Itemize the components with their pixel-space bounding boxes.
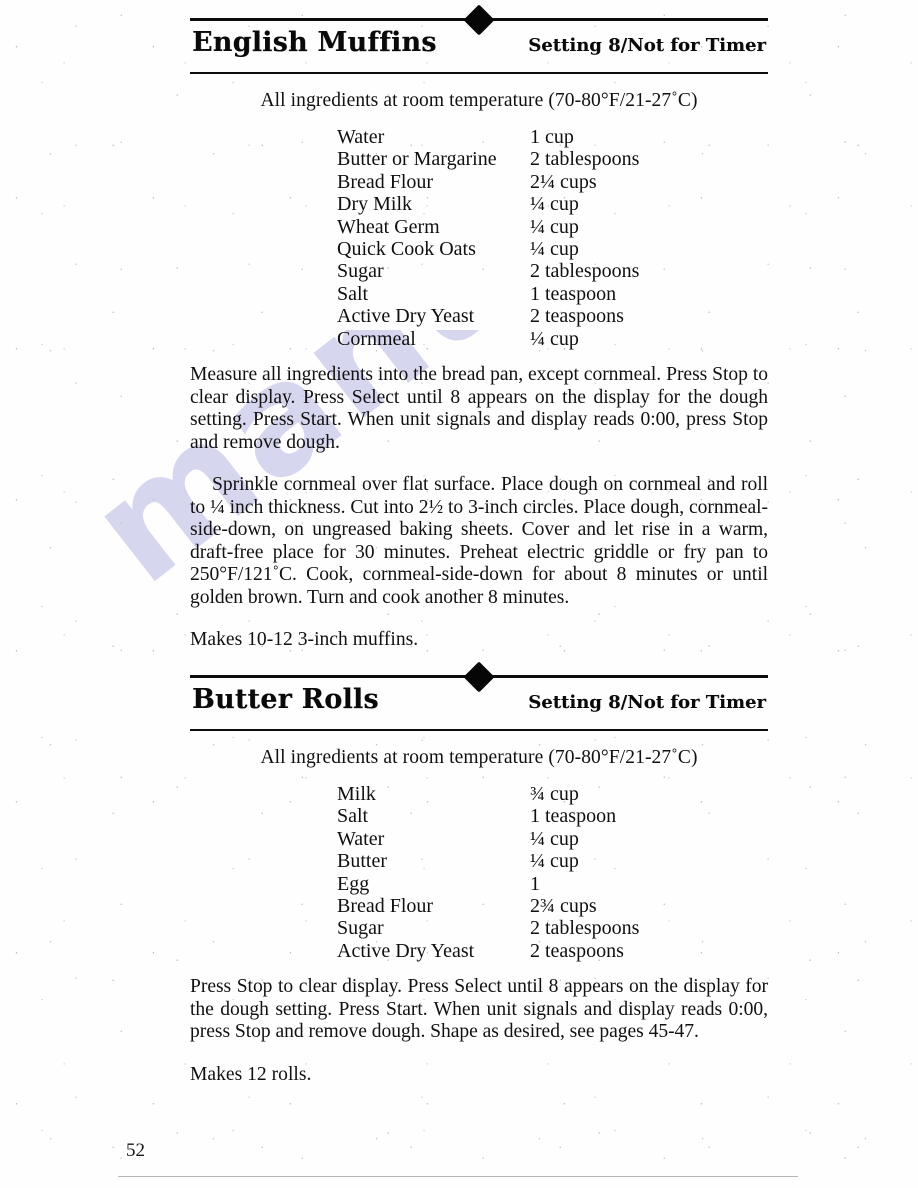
ingredient-row: Salt 1 teaspoon [337,283,768,305]
ingredient-row: Sugar 2 tablespoons [337,260,768,282]
recipe-setting-label: Setting 8/Not for Timer [528,692,766,713]
ingredient-amount: ¼ cup [530,215,579,238]
ingredient-row: Dry Milk ¼ cup [337,193,768,215]
ingredient-amount: 1 cup [530,126,574,148]
ingredient-amount: ¼ cup [530,827,579,850]
ingredient-row: Butter or Margarine 2 tablespoons [337,148,768,170]
ingredient-amount: 1 [530,872,540,895]
recipe-section-butter-rolls: Butter Rolls Setting 8/Not for Timer All… [190,660,768,1106]
ingredient-name: Quick Cook Oats [337,238,476,261]
ingredient-name: Sugar [337,260,384,283]
header-rule-top [190,660,768,693]
header-rule-bottom [190,72,768,74]
ingredient-amount: 2 tablespoons [530,917,640,940]
scanned-recipe-page: manualslib.com English Muffins Setting 8… [0,0,918,1188]
ingredient-name: Salt [337,805,369,828]
ingredient-name: Wheat Germ [337,215,440,238]
temperature-note: All ingredients at room temperature (70-… [260,747,698,768]
page-number: 52 [126,1140,145,1161]
ingredient-name: Egg [337,872,370,895]
ingredient-amount: ¾ cup [530,783,579,805]
ingredient-amount: 2¾ cups [530,895,597,918]
ingredient-name: Butter [337,850,387,873]
ingredient-row: Salt 1 teaspoon [337,805,768,827]
ingredient-name: Active Dry Yeast [337,939,475,962]
yield-text: Makes 10-12 3-inch muffins. [190,629,419,651]
ingredient-name: Bread Flour [337,895,434,918]
ingredient-name: Sugar [337,917,384,940]
ingredient-name: Water [337,827,385,850]
recipe-title: English Muffins [192,27,437,58]
ingredient-amount: 2 teaspoons [530,305,624,328]
ingredient-name: Dry Milk [337,193,412,216]
ingredient-name: Active Dry Yeast [337,305,475,328]
ingredient-amount: 1 teaspoon [530,282,617,305]
header-rule-bottom [190,729,768,731]
ingredient-amount: 2 teaspoons [530,939,624,962]
ingredient-amount: 2 tablespoons [530,260,640,283]
footer-rule [118,1176,798,1177]
ingredient-amount: ¼ cup [530,193,579,216]
ingredient-amount: ¼ cup [530,327,579,350]
instruction-paragraph: Press Stop to clear display. Press Selec… [190,976,768,1043]
ingredient-row: Water 1 cup [337,126,768,148]
ingredient-row: Sugar 2 tablespoons [337,917,768,939]
ingredient-name: Cornmeal [337,327,416,350]
ingredient-row: Bread Flour 2¼ cups [337,171,768,193]
ingredient-row: Cornmeal ¼ cup [337,328,768,350]
ingredient-row: Quick Cook Oats ¼ cup [337,238,768,260]
recipe-section-english-muffins: English Muffins Setting 8/Not for Timer … [190,3,768,671]
ingredient-name: Milk [337,783,376,805]
ingredient-name: Bread Flour [337,170,434,193]
ingredient-row: Egg 1 [337,873,768,895]
recipe-title: Butter Rolls [192,684,379,715]
instruction-paragraph: Sprinkle cornmeal over flat surface. Pla… [190,474,768,608]
ingredient-amount: 1 teaspoon [530,805,617,828]
ingredient-row: Wheat Germ ¼ cup [337,216,768,238]
yield-text: Makes 12 rolls. [190,1063,312,1085]
ingredient-name: Water [337,126,385,148]
ingredient-row: Bread Flour 2¾ cups [337,895,768,917]
ingredient-row: Butter ¼ cup [337,850,768,872]
ingredient-row: Milk ¾ cup [337,783,768,805]
ingredient-list: Milk ¾ cup Salt 1 teaspoon Water ¼ cup B… [190,783,768,962]
ingredient-row: Active Dry Yeast 2 teaspoons [337,940,768,962]
ingredient-amount: ¼ cup [530,238,579,261]
recipe-setting-label: Setting 8/Not for Timer [528,35,766,56]
ingredient-amount: 2¼ cups [530,170,597,193]
ingredient-row: Water ¼ cup [337,828,768,850]
ingredient-list: Water 1 cup Butter or Margarine 2 tables… [190,126,768,350]
ingredient-amount: ¼ cup [530,850,579,873]
ingredient-name: Butter or Margarine [337,148,497,171]
temperature-note: All ingredients at room temperature (70-… [260,90,698,111]
ingredient-name: Salt [337,282,369,305]
ingredient-row: Active Dry Yeast 2 teaspoons [337,305,768,327]
header-rule-top [190,3,768,36]
ingredient-amount: 2 tablespoons [530,148,640,171]
instruction-paragraph: Measure all ingredients into the bread p… [190,364,768,453]
